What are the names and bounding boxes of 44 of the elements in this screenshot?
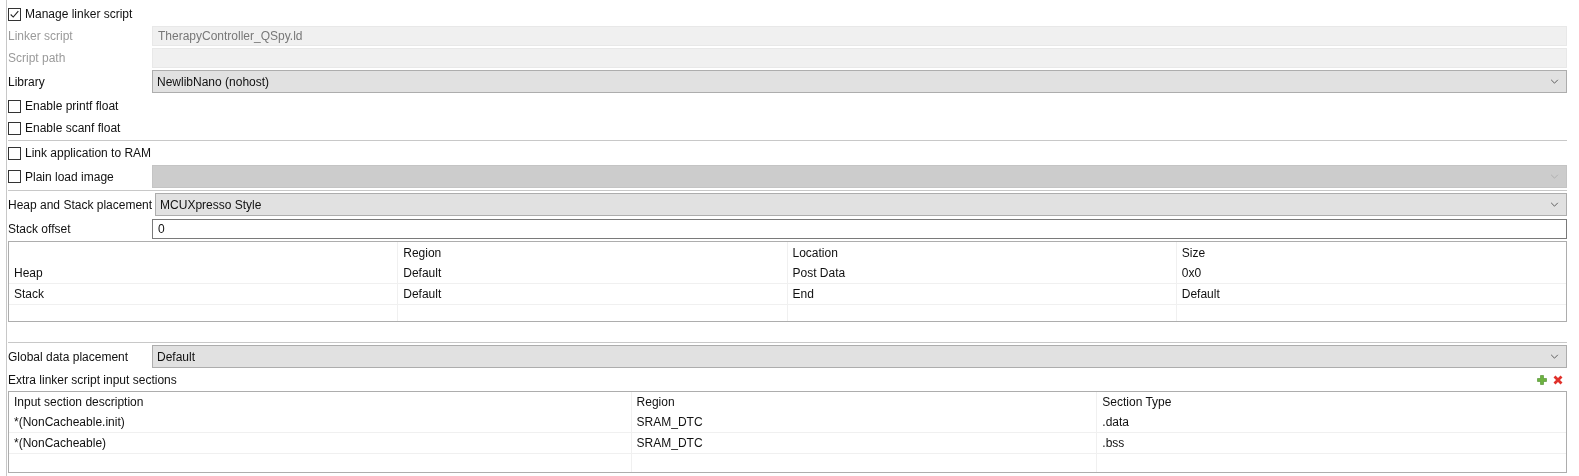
- table-cell: .bss: [1097, 433, 1566, 454]
- checkbox[interactable]: [8, 121, 21, 135]
- caret-icon: [1550, 354, 1559, 359]
- column-header[interactable]: Section Type: [1097, 392, 1566, 412]
- dropdown[interactable]: NewlibNano (nohost): [152, 70, 1567, 93]
- dropdown[interactable]: Default: [152, 345, 1567, 368]
- table-cell: *(NonCacheable.init): [9, 412, 632, 433]
- column-header[interactable]: Region: [398, 242, 788, 263]
- caret-icon: [1550, 79, 1559, 84]
- column-header[interactable]: Input section description: [9, 392, 632, 412]
- checkbox-label[interactable]: Enable printf float: [25, 99, 119, 113]
- column-header[interactable]: Location: [787, 242, 1177, 263]
- table-cell: SRAM_DTC: [631, 433, 1098, 454]
- table-cell: Default: [1176, 284, 1566, 305]
- table-cell: *(NonCacheable): [9, 433, 632, 454]
- table-cell: End: [787, 284, 1177, 305]
- field-label: Heap and Stack placement: [8, 197, 154, 212]
- table-cell: Stack: [9, 284, 399, 305]
- table-cell: Heap: [9, 263, 399, 284]
- checkbox[interactable]: [8, 7, 21, 21]
- checkbox-label[interactable]: Manage linker script: [25, 7, 133, 21]
- checkbox[interactable]: [8, 99, 21, 113]
- field-label: Stack offset: [8, 222, 72, 236]
- column-header[interactable]: Size: [1176, 242, 1566, 263]
- field-label: Global data placement: [8, 349, 130, 364]
- table-cell: 0x0: [1176, 263, 1566, 284]
- table-cell: Default: [398, 284, 788, 305]
- checkbox[interactable]: [8, 146, 21, 160]
- column-header[interactable]: Region: [631, 392, 1098, 412]
- add-icon[interactable]: [1537, 375, 1547, 385]
- field-label: Library: [8, 74, 46, 89]
- field-label: Script path: [8, 51, 67, 65]
- checkbox-label[interactable]: Link application to RAM: [25, 146, 152, 160]
- table-cell: Post Data: [787, 263, 1177, 284]
- delete-icon[interactable]: [1553, 375, 1563, 385]
- section-heading: Extra linker script input sections: [8, 373, 177, 387]
- caret-icon: [1550, 202, 1559, 207]
- table-cell: SRAM_DTC: [631, 412, 1098, 433]
- dropdown[interactable]: MCUXpresso Style: [155, 193, 1567, 216]
- field-label: Linker script: [8, 29, 74, 43]
- table-cell: Default: [398, 263, 788, 284]
- input-field[interactable]: 0: [152, 219, 1567, 239]
- table-cell: .data: [1097, 412, 1566, 433]
- checkbox-label[interactable]: Enable scanf float: [25, 121, 121, 135]
